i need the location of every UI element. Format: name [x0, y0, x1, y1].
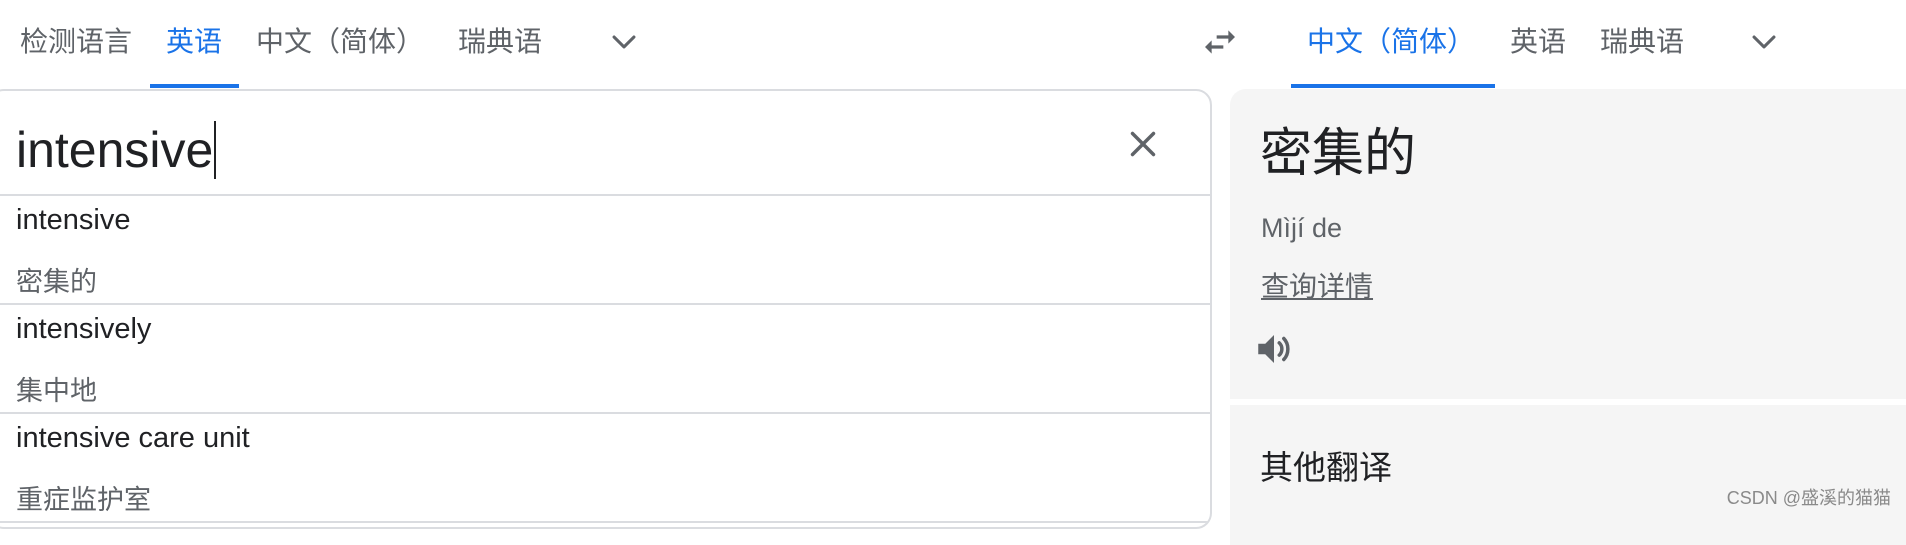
text-caret: [214, 121, 217, 179]
suggestion-word: intensive: [16, 204, 131, 236]
source-lang-tab-swedish[interactable]: 瑞典语: [442, 0, 558, 88]
chevron-down-icon: [612, 35, 636, 49]
suggestion-translation: 集中地: [16, 376, 97, 406]
source-text-input[interactable]: intensive: [16, 119, 217, 181]
source-lang-tab-detect[interactable]: 检测语言: [4, 0, 148, 88]
other-translations-panel: 其他翻译: [1230, 405, 1906, 545]
source-lang-tab-english[interactable]: 英语: [150, 0, 239, 88]
source-lang-more-button[interactable]: [596, 18, 652, 66]
target-lang-tab-english[interactable]: 英语: [1494, 0, 1582, 88]
target-lang-tab-swedish[interactable]: 瑞典语: [1584, 0, 1700, 88]
close-icon: [1130, 131, 1156, 157]
suggestion-item[interactable]: intensive 密集的: [0, 196, 1210, 305]
source-panel: intensive intensive 密集的 intensively 集中地 …: [0, 89, 1212, 529]
listen-button[interactable]: [1250, 325, 1298, 373]
target-lang-more-button[interactable]: [1736, 18, 1792, 66]
chevron-down-icon: [1752, 35, 1776, 49]
suggestion-item[interactable]: intensive care unit 重症监护室: [0, 414, 1210, 523]
clear-source-button[interactable]: [1118, 119, 1168, 169]
source-lang-label: 检测语言: [20, 26, 133, 57]
suggestion-word: intensively: [16, 313, 152, 345]
target-lang-tab-chinese-simplified[interactable]: 中文（简体）: [1291, 0, 1495, 88]
romanization-text: Mìjí de: [1261, 213, 1343, 243]
translation-panel: 密集的 Mìjí de 查询详情: [1230, 89, 1906, 399]
target-lang-label: 瑞典语: [1600, 26, 1685, 57]
translation-output: 密集的: [1260, 125, 1417, 183]
source-text-value: intensive: [16, 122, 214, 178]
suggestion-translation: 密集的: [16, 267, 97, 297]
watermark: CSDN @盛溪的猫猫: [1726, 488, 1891, 508]
source-lang-label: 英语: [166, 26, 223, 57]
suggestion-translation: 重症监护室: [16, 485, 151, 515]
swap-languages-button[interactable]: [1192, 18, 1248, 66]
suggestion-word: intensive care unit: [16, 422, 250, 454]
swap-arrows-icon: [1205, 30, 1235, 54]
suggestion-item[interactable]: intensively 集中地: [0, 305, 1210, 414]
source-lang-label: 中文（简体）: [256, 26, 425, 57]
suggestion-list: intensive 密集的 intensively 集中地 intensive …: [0, 194, 1210, 523]
target-lang-label: 中文（简体）: [1307, 26, 1476, 57]
target-lang-label: 英语: [1510, 26, 1567, 57]
source-lang-label: 瑞典语: [458, 26, 543, 57]
source-lang-tab-chinese-simplified[interactable]: 中文（简体）: [240, 0, 440, 88]
speaker-icon: [1258, 335, 1290, 363]
view-details-link[interactable]: 查询详情: [1261, 265, 1373, 305]
other-translations-title: 其他翻译: [1260, 449, 1392, 486]
